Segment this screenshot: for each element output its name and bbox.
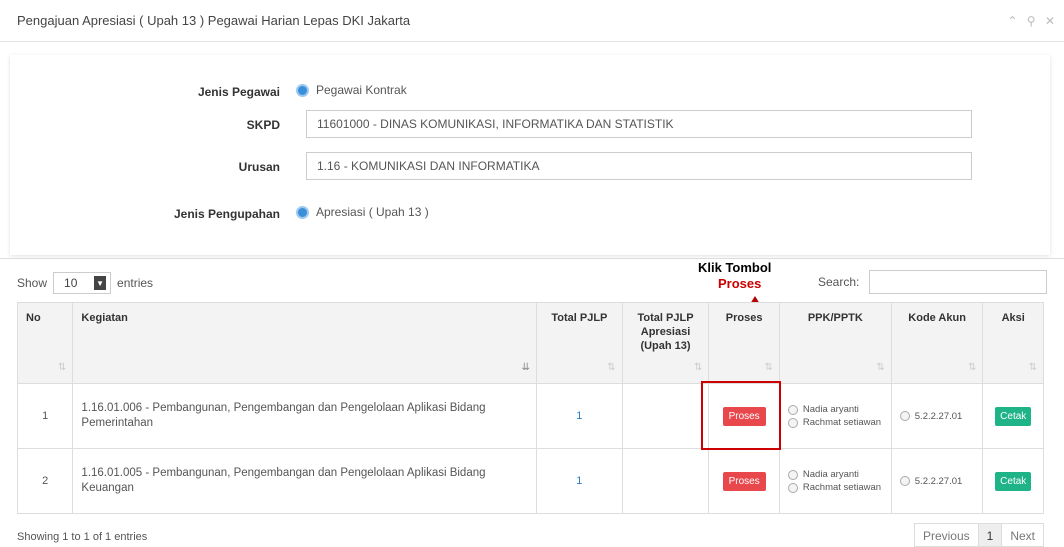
col-header-kode-akun[interactable]: Kode Akun ⇅	[890, 302, 984, 384]
sort-icon[interactable]: ⇅	[765, 361, 773, 375]
cell-no: 1	[16, 383, 74, 449]
urusan-field[interactable]: 1.16 - KOMUNIKASI DAN INFORMATIKA	[306, 152, 972, 180]
cell-kode-akun: 5.2.2.27.01	[890, 383, 984, 449]
entries-select[interactable]: 10 ▼	[53, 272, 112, 294]
col-header-aksi[interactable]: Aksi ⇅	[982, 302, 1044, 384]
cell-kode-akun: 5.2.2.27.01	[890, 448, 984, 514]
skpd-label: SKPD	[246, 118, 280, 132]
sort-icon[interactable]: ⇅	[876, 361, 884, 375]
jenis-pegawai-radio[interactable]: Pegawai Kontrak	[296, 83, 407, 97]
table-row: 2 1.16.01.005 - Pembangunan, Pengembanga…	[16, 448, 1044, 514]
annotation-title: Klik Tombol	[698, 260, 772, 275]
ppk-option[interactable]: Nadia aryanti	[787, 404, 883, 416]
radio-icon[interactable]	[787, 482, 798, 493]
pagination-page[interactable]: 1	[977, 523, 1003, 547]
row-urusan: Urusan 1.16 - KOMUNIKASI DAN INFORMATIKA	[10, 152, 1050, 182]
cell-no: 2	[16, 448, 74, 514]
cell-total-apresiasi	[621, 383, 710, 449]
radio-selected-icon[interactable]	[296, 83, 309, 97]
chevron-down-icon: ▼	[94, 276, 107, 290]
entries-value: 10	[64, 276, 78, 290]
annotation-subtitle: Proses	[718, 276, 762, 291]
show-label: Show	[17, 276, 48, 290]
sort-icon[interactable]: ⇅	[968, 361, 976, 375]
radio-icon[interactable]	[899, 476, 910, 486]
skpd-field[interactable]: 11601000 - DINAS KOMUNIKASI, INFORMATIKA…	[306, 110, 972, 138]
radio-icon[interactable]	[787, 404, 798, 415]
search-label: Search:	[818, 275, 860, 289]
radio-icon[interactable]	[787, 417, 798, 428]
ppk-option[interactable]: Nadia aryanti	[787, 469, 883, 481]
col-header-total-pjlp[interactable]: Total PJLP ⇅	[536, 302, 623, 384]
jenis-pengupahan-label: Jenis Pengupahan	[173, 207, 280, 221]
row-skpd: SKPD 11601000 - DINAS KOMUNIKASI, INFORM…	[10, 110, 1050, 140]
total-pjlp-link[interactable]: 1	[576, 475, 582, 487]
sort-icon[interactable]: ⇅	[58, 361, 66, 375]
jenis-pengupahan-radio[interactable]: Apresiasi ( Upah 13 )	[296, 205, 429, 219]
total-pjlp-link[interactable]: 1	[576, 410, 582, 422]
cetak-button[interactable]: Cetak	[995, 406, 1032, 426]
panel-tools[interactable]: ⌃ ⚲ ✕	[1007, 14, 1058, 28]
search-control: Search:	[818, 270, 1048, 294]
cell-total-pjlp: 1	[536, 383, 623, 449]
cell-total-pjlp: 1	[536, 448, 623, 514]
data-table: No ⇅ Kegiatan ⇊ Total PJLP ⇅ Total PJLP Apr…	[16, 302, 1044, 514]
cell-proses: Proses	[708, 448, 780, 514]
urusan-label: Urusan	[238, 160, 280, 174]
radio-icon[interactable]	[899, 411, 910, 421]
annotation-highlight-box	[701, 381, 781, 450]
radio-selected-icon[interactable]	[296, 205, 309, 219]
radio-icon[interactable]	[787, 469, 798, 480]
col-header-no[interactable]: No ⇅	[16, 302, 74, 384]
entries-length-control: Show 10 ▼ entries	[17, 272, 153, 294]
page-title: Pengajuan Apresiasi ( Upah 13 ) Pegawai …	[17, 13, 411, 28]
proses-button[interactable]: Proses	[722, 471, 766, 491]
cetak-button[interactable]: Cetak	[995, 471, 1032, 491]
table-info: Showing 1 to 1 of 1 entries	[17, 531, 148, 543]
search-input[interactable]	[869, 270, 1048, 294]
wrench-icon[interactable]: ⚲	[1027, 14, 1039, 28]
ppk-option[interactable]: Rachmat setiawan	[787, 417, 883, 429]
page-header: Pengajuan Apresiasi ( Upah 13 ) Pegawai …	[0, 0, 1064, 42]
cell-total-apresiasi	[621, 448, 710, 514]
pagination: Previous 1 Next	[913, 523, 1044, 547]
jenis-pegawai-value: Pegawai Kontrak	[316, 83, 407, 97]
form-panel: Jenis Pegawai Pegawai Kontrak SKPD 11601…	[10, 55, 1050, 255]
jenis-pegawai-label: Jenis Pegawai	[197, 85, 280, 99]
col-header-kegiatan[interactable]: Kegiatan ⇊	[72, 302, 538, 384]
col-header-ppk-pptk[interactable]: PPK/PPTK ⇅	[778, 302, 892, 384]
cell-ppk: Nadia aryanti Rachmat setiawan	[778, 448, 892, 514]
row-jenis-pengupahan: Jenis Pengupahan Apresiasi ( Upah 13 )	[10, 199, 1050, 229]
entries-label: entries	[117, 276, 154, 290]
sort-icon[interactable]: ⇅	[607, 361, 615, 375]
pagination-previous[interactable]: Previous	[913, 523, 979, 547]
section-divider	[0, 258, 1064, 259]
table-row: 1 1.16.01.006 - Pembangunan, Pengembanga…	[16, 383, 1044, 449]
close-icon[interactable]: ✕	[1045, 14, 1058, 28]
col-header-proses[interactable]: Proses ⇅	[708, 302, 780, 384]
pagination-next[interactable]: Next	[1001, 523, 1044, 547]
sort-icon[interactable]: ⇅	[1029, 361, 1037, 375]
cell-aksi: Cetak	[982, 448, 1044, 514]
cell-aksi: Cetak	[982, 383, 1044, 449]
sort-asc-icon[interactable]: ⇊	[522, 361, 530, 375]
cell-kegiatan: 1.16.01.005 - Pembangunan, Pengembangan …	[72, 448, 538, 514]
sort-icon[interactable]: ⇅	[694, 361, 702, 375]
collapse-icon[interactable]: ⌃	[1007, 14, 1020, 28]
jenis-pengupahan-value: Apresiasi ( Upah 13 )	[316, 205, 429, 219]
cell-kegiatan: 1.16.01.006 - Pembangunan, Pengembangan …	[72, 383, 538, 449]
ppk-option[interactable]: Rachmat setiawan	[787, 482, 883, 494]
cell-ppk: Nadia aryanti Rachmat setiawan	[778, 383, 892, 449]
row-jenis-pegawai: Jenis Pegawai Pegawai Kontrak	[10, 77, 1050, 107]
table-header-row: No ⇅ Kegiatan ⇊ Total PJLP ⇅ Total PJLP Apr…	[16, 302, 1044, 384]
col-header-total-apresiasi[interactable]: Total PJLP Apresiasi (Upah 13) ⇅	[621, 302, 710, 384]
